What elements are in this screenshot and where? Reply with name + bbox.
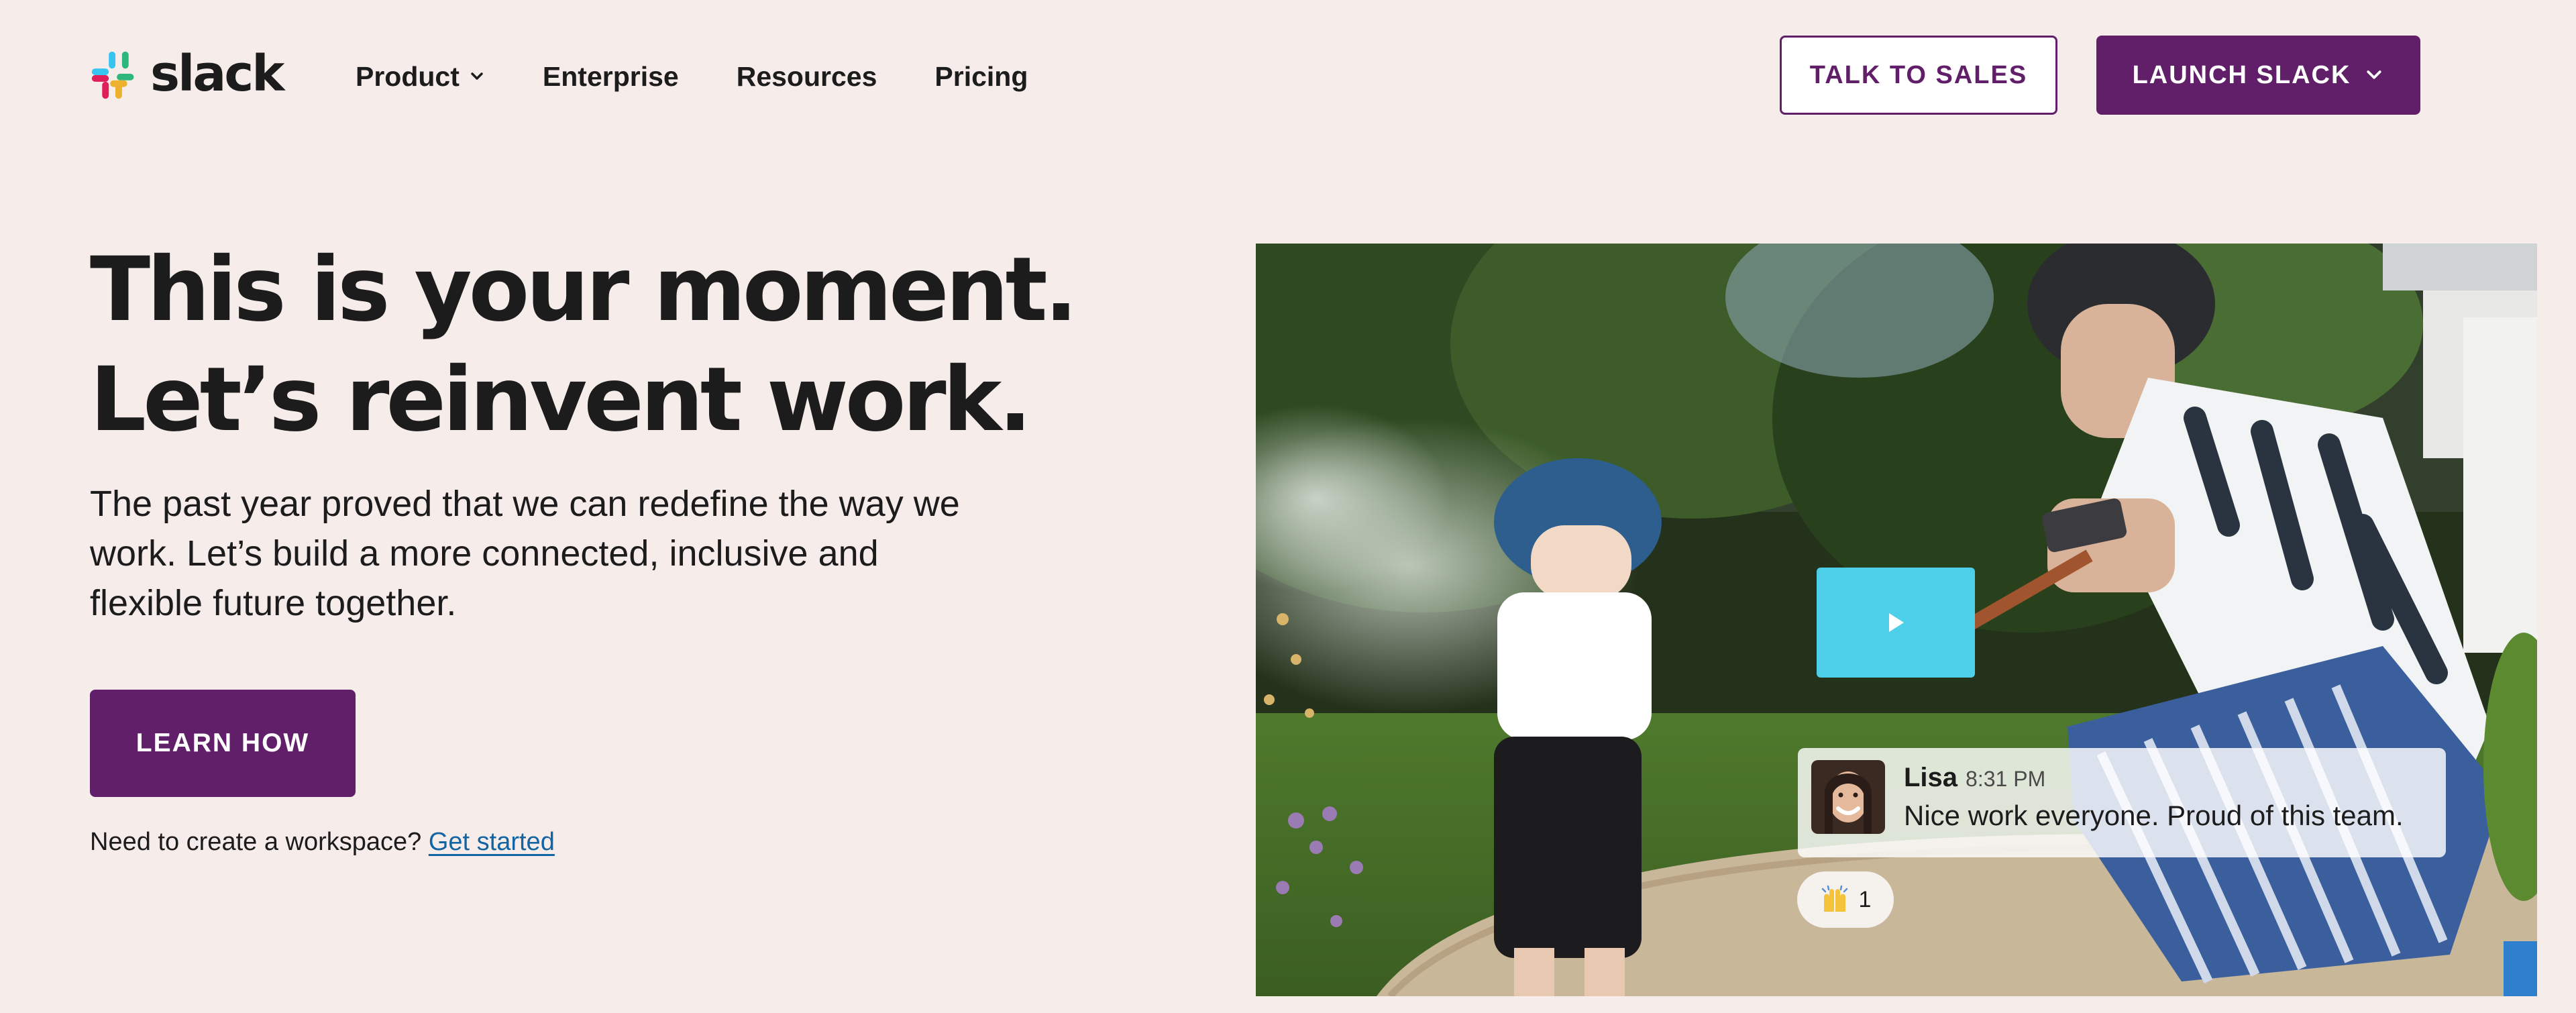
hero-title: This is your moment. Let’s reinvent work…	[90, 235, 1078, 455]
workspace-prompt-text: Need to create a workspace?	[90, 828, 422, 856]
message-author: Lisa	[1904, 763, 1958, 792]
nav-item-label: Enterprise	[542, 60, 679, 92]
launch-slack-label: LAUNCH SLACK	[2132, 60, 2351, 89]
nav-item-pricing[interactable]: Pricing	[934, 61, 1028, 93]
talk-to-sales-label: TALK TO SALES	[1809, 60, 2028, 89]
learn-how-label: LEARN HOW	[136, 729, 310, 757]
slack-message-card: Lisa 8:31 PM Nice work everyone. Proud o…	[1798, 748, 2446, 857]
nav-item-resources[interactable]: Resources	[737, 61, 877, 93]
nav-item-product[interactable]: Product	[356, 61, 485, 93]
chevron-down-icon	[471, 72, 483, 80]
hero-title-line-1: This is your moment.	[90, 238, 1078, 341]
avatar	[1811, 760, 1885, 834]
reaction-count: 1	[1858, 886, 1872, 912]
message-body: Lisa 8:31 PM Nice work everyone. Proud o…	[1904, 760, 2404, 832]
nav-item-label: Product	[356, 60, 460, 92]
slack-logo[interactable]: slack	[90, 45, 284, 103]
talk-to-sales-button[interactable]: TALK TO SALES	[1780, 36, 2057, 115]
play-video-button[interactable]	[1817, 568, 1975, 678]
nav-item-label: Resources	[736, 60, 877, 92]
nav-item-enterprise[interactable]: Enterprise	[543, 61, 679, 93]
nav-item-label: Pricing	[934, 60, 1028, 92]
chevron-down-icon	[2367, 70, 2382, 79]
slack-logo-icon	[91, 51, 134, 99]
launch-slack-button[interactable]: LAUNCH SLACK	[2096, 36, 2420, 115]
get-started-link[interactable]: Get started	[429, 828, 555, 856]
learn-how-button[interactable]: LEARN HOW	[90, 690, 356, 797]
main-nav: Product Enterprise Resources Pricing	[356, 58, 1028, 95]
message-header: Lisa 8:31 PM	[1904, 763, 2404, 793]
play-icon	[1889, 613, 1904, 632]
hero-title-line-2: Let’s reinvent work.	[90, 348, 1032, 451]
reaction-pill[interactable]: 1	[1797, 871, 1894, 928]
hero-description: The past year proved that we can redefin…	[90, 484, 960, 623]
raised-hands-icon	[1821, 885, 1847, 912]
message-text: Nice work everyone. Proud of this team.	[1904, 800, 2404, 831]
site-header: slack Product Enterprise Resources Prici…	[0, 0, 2576, 154]
hero-video[interactable]: Lisa 8:31 PM Nice work everyone. Proud o…	[1256, 244, 2537, 996]
logo-wordmark: slack	[150, 45, 284, 103]
message-timestamp: 8:31 PM	[1966, 767, 2046, 791]
workspace-prompt: Need to create a workspace? Get started	[90, 828, 555, 857]
